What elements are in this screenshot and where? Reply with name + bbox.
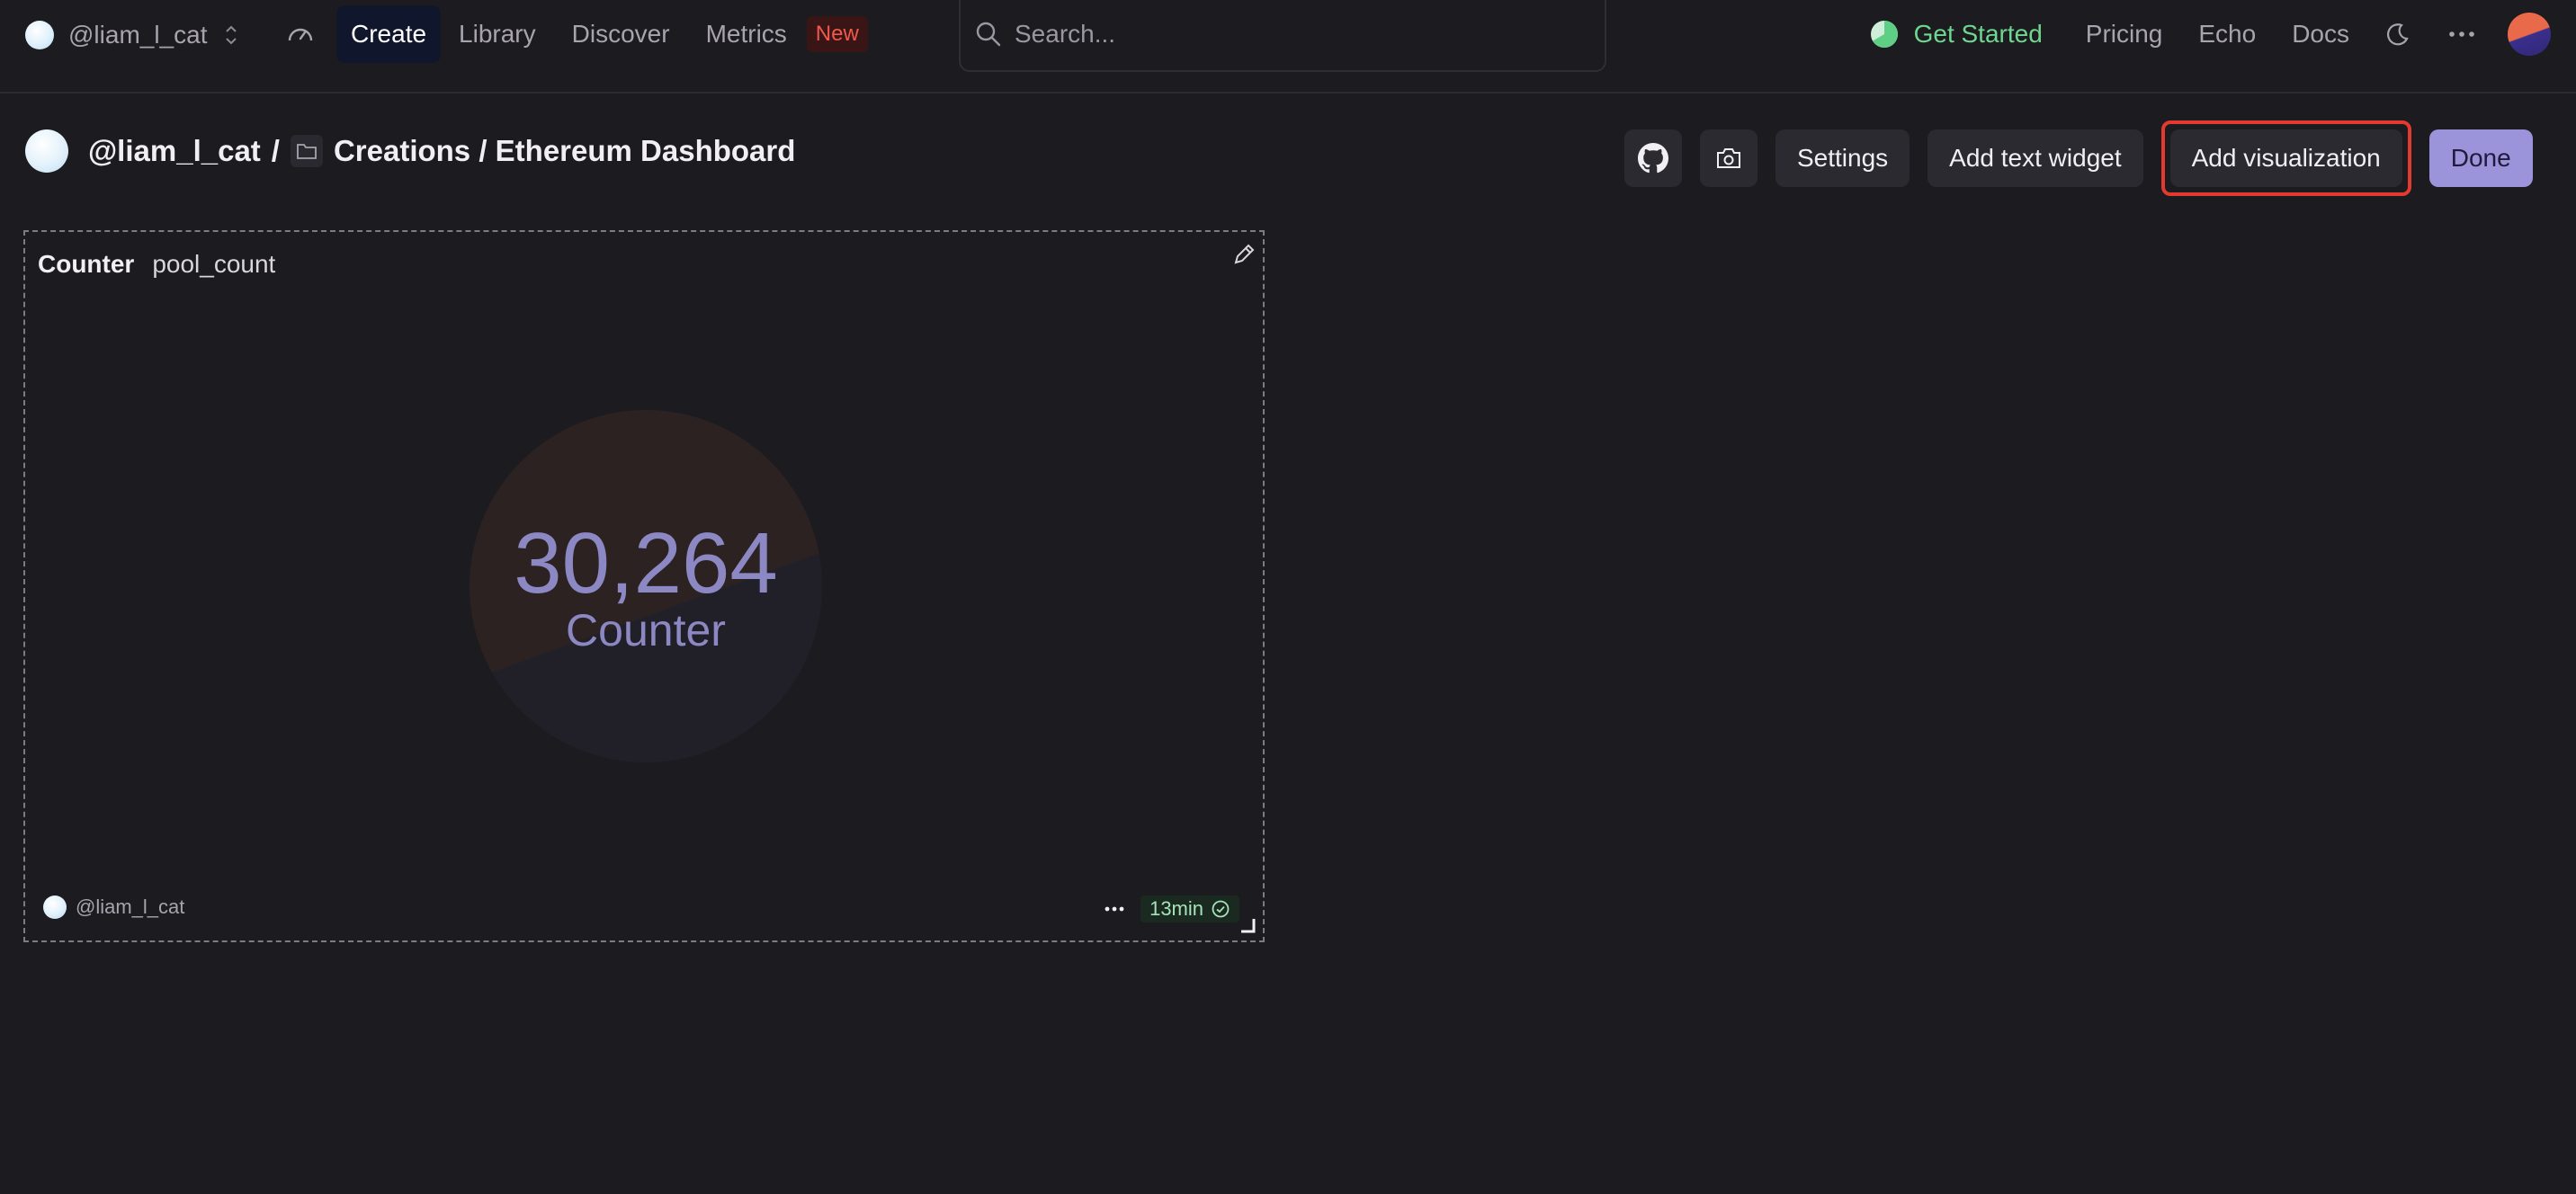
echo-link[interactable]: Echo: [2198, 20, 2256, 49]
docs-link[interactable]: Docs: [2292, 20, 2349, 49]
freshness-time: 13min: [1149, 897, 1203, 920]
github-icon: [1638, 143, 1668, 174]
pricing-link[interactable]: Pricing: [2086, 20, 2163, 49]
breadcrumb-separator: /: [271, 134, 280, 167]
camera-icon: [1717, 148, 1740, 168]
widget-more-icon[interactable]: [1105, 905, 1124, 913]
widget-owner-name: @liam_l_cat: [76, 896, 185, 918]
widget-title: Counter pool_count: [38, 250, 275, 279]
right-nav: Get Started Pricing Echo Docs: [1869, 9, 2576, 59]
team-name: @liam_l_cat: [68, 21, 208, 49]
breadcrumb-path[interactable]: Creations / Ethereum Dashboard: [334, 134, 795, 168]
theme-toggle-moon-icon[interactable]: [2384, 21, 2411, 48]
screenshot-button[interactable]: [1700, 129, 1758, 187]
nav-library[interactable]: Library: [441, 5, 554, 63]
nav-discover[interactable]: Discover: [554, 5, 688, 63]
freshness-badge: 13min: [1140, 896, 1239, 922]
top-navigation: @liam_l_cat Create Library Discover Metr…: [0, 0, 2576, 94]
counter-label: Counter: [566, 605, 726, 655]
counter-widget[interactable]: Counter pool_count 30,264 Counter @liam_…: [23, 230, 1265, 942]
widget-query-name[interactable]: pool_count: [152, 250, 275, 279]
widget-type-label: Counter: [38, 250, 135, 278]
widget-owner[interactable]: @liam_l_cat: [43, 896, 184, 919]
team-switcher[interactable]: @liam_l_cat: [25, 13, 241, 58]
get-started-label: Get Started: [1913, 20, 2043, 48]
widget-footer-actions: 13min: [1105, 896, 1239, 922]
folder-icon: [290, 135, 323, 167]
more-menu-icon[interactable]: [2448, 30, 2475, 39]
dashboard-toolbar: Settings Add text widget Add visualizati…: [1624, 120, 2533, 196]
settings-button[interactable]: Settings: [1775, 129, 1910, 187]
nav-metrics-label: Metrics: [705, 20, 787, 48]
search-icon: [976, 22, 1001, 47]
search-input[interactable]: [1015, 20, 1554, 49]
get-started-link[interactable]: Get Started: [1869, 19, 2043, 49]
resize-handle-icon[interactable]: [1239, 917, 1256, 933]
dashboard-gauge-icon[interactable]: [282, 18, 318, 50]
widget-owner-avatar: [43, 896, 67, 919]
breadcrumb-owner[interactable]: @liam_l_cat: [88, 134, 261, 168]
user-avatar[interactable]: [2508, 13, 2551, 56]
github-button[interactable]: [1624, 129, 1682, 187]
nav-metrics[interactable]: Metrics New: [688, 5, 886, 63]
progress-pie-icon: [1870, 21, 1898, 48]
breadcrumb: @liam_l_cat / Creations / Ethereum Dashb…: [25, 128, 795, 174]
search-bar[interactable]: [959, 0, 1606, 72]
owner-avatar: [25, 129, 68, 173]
counter-value: 30,264: [514, 515, 778, 611]
primary-nav: Create Library Discover Metrics New: [336, 5, 886, 63]
chevron-updown-icon: [226, 25, 237, 45]
team-avatar: [25, 21, 54, 49]
nav-create[interactable]: Create: [336, 5, 442, 63]
add-visualization-button[interactable]: Add visualization: [2169, 129, 2402, 187]
check-circle-icon: [1212, 900, 1230, 918]
edit-pencil-icon[interactable]: [1230, 241, 1257, 272]
add-text-widget-button[interactable]: Add text widget: [1928, 129, 2143, 187]
new-badge: New: [806, 16, 868, 52]
add-visualization-highlight: Add visualization: [2160, 120, 2411, 196]
done-button[interactable]: Done: [2428, 129, 2533, 187]
